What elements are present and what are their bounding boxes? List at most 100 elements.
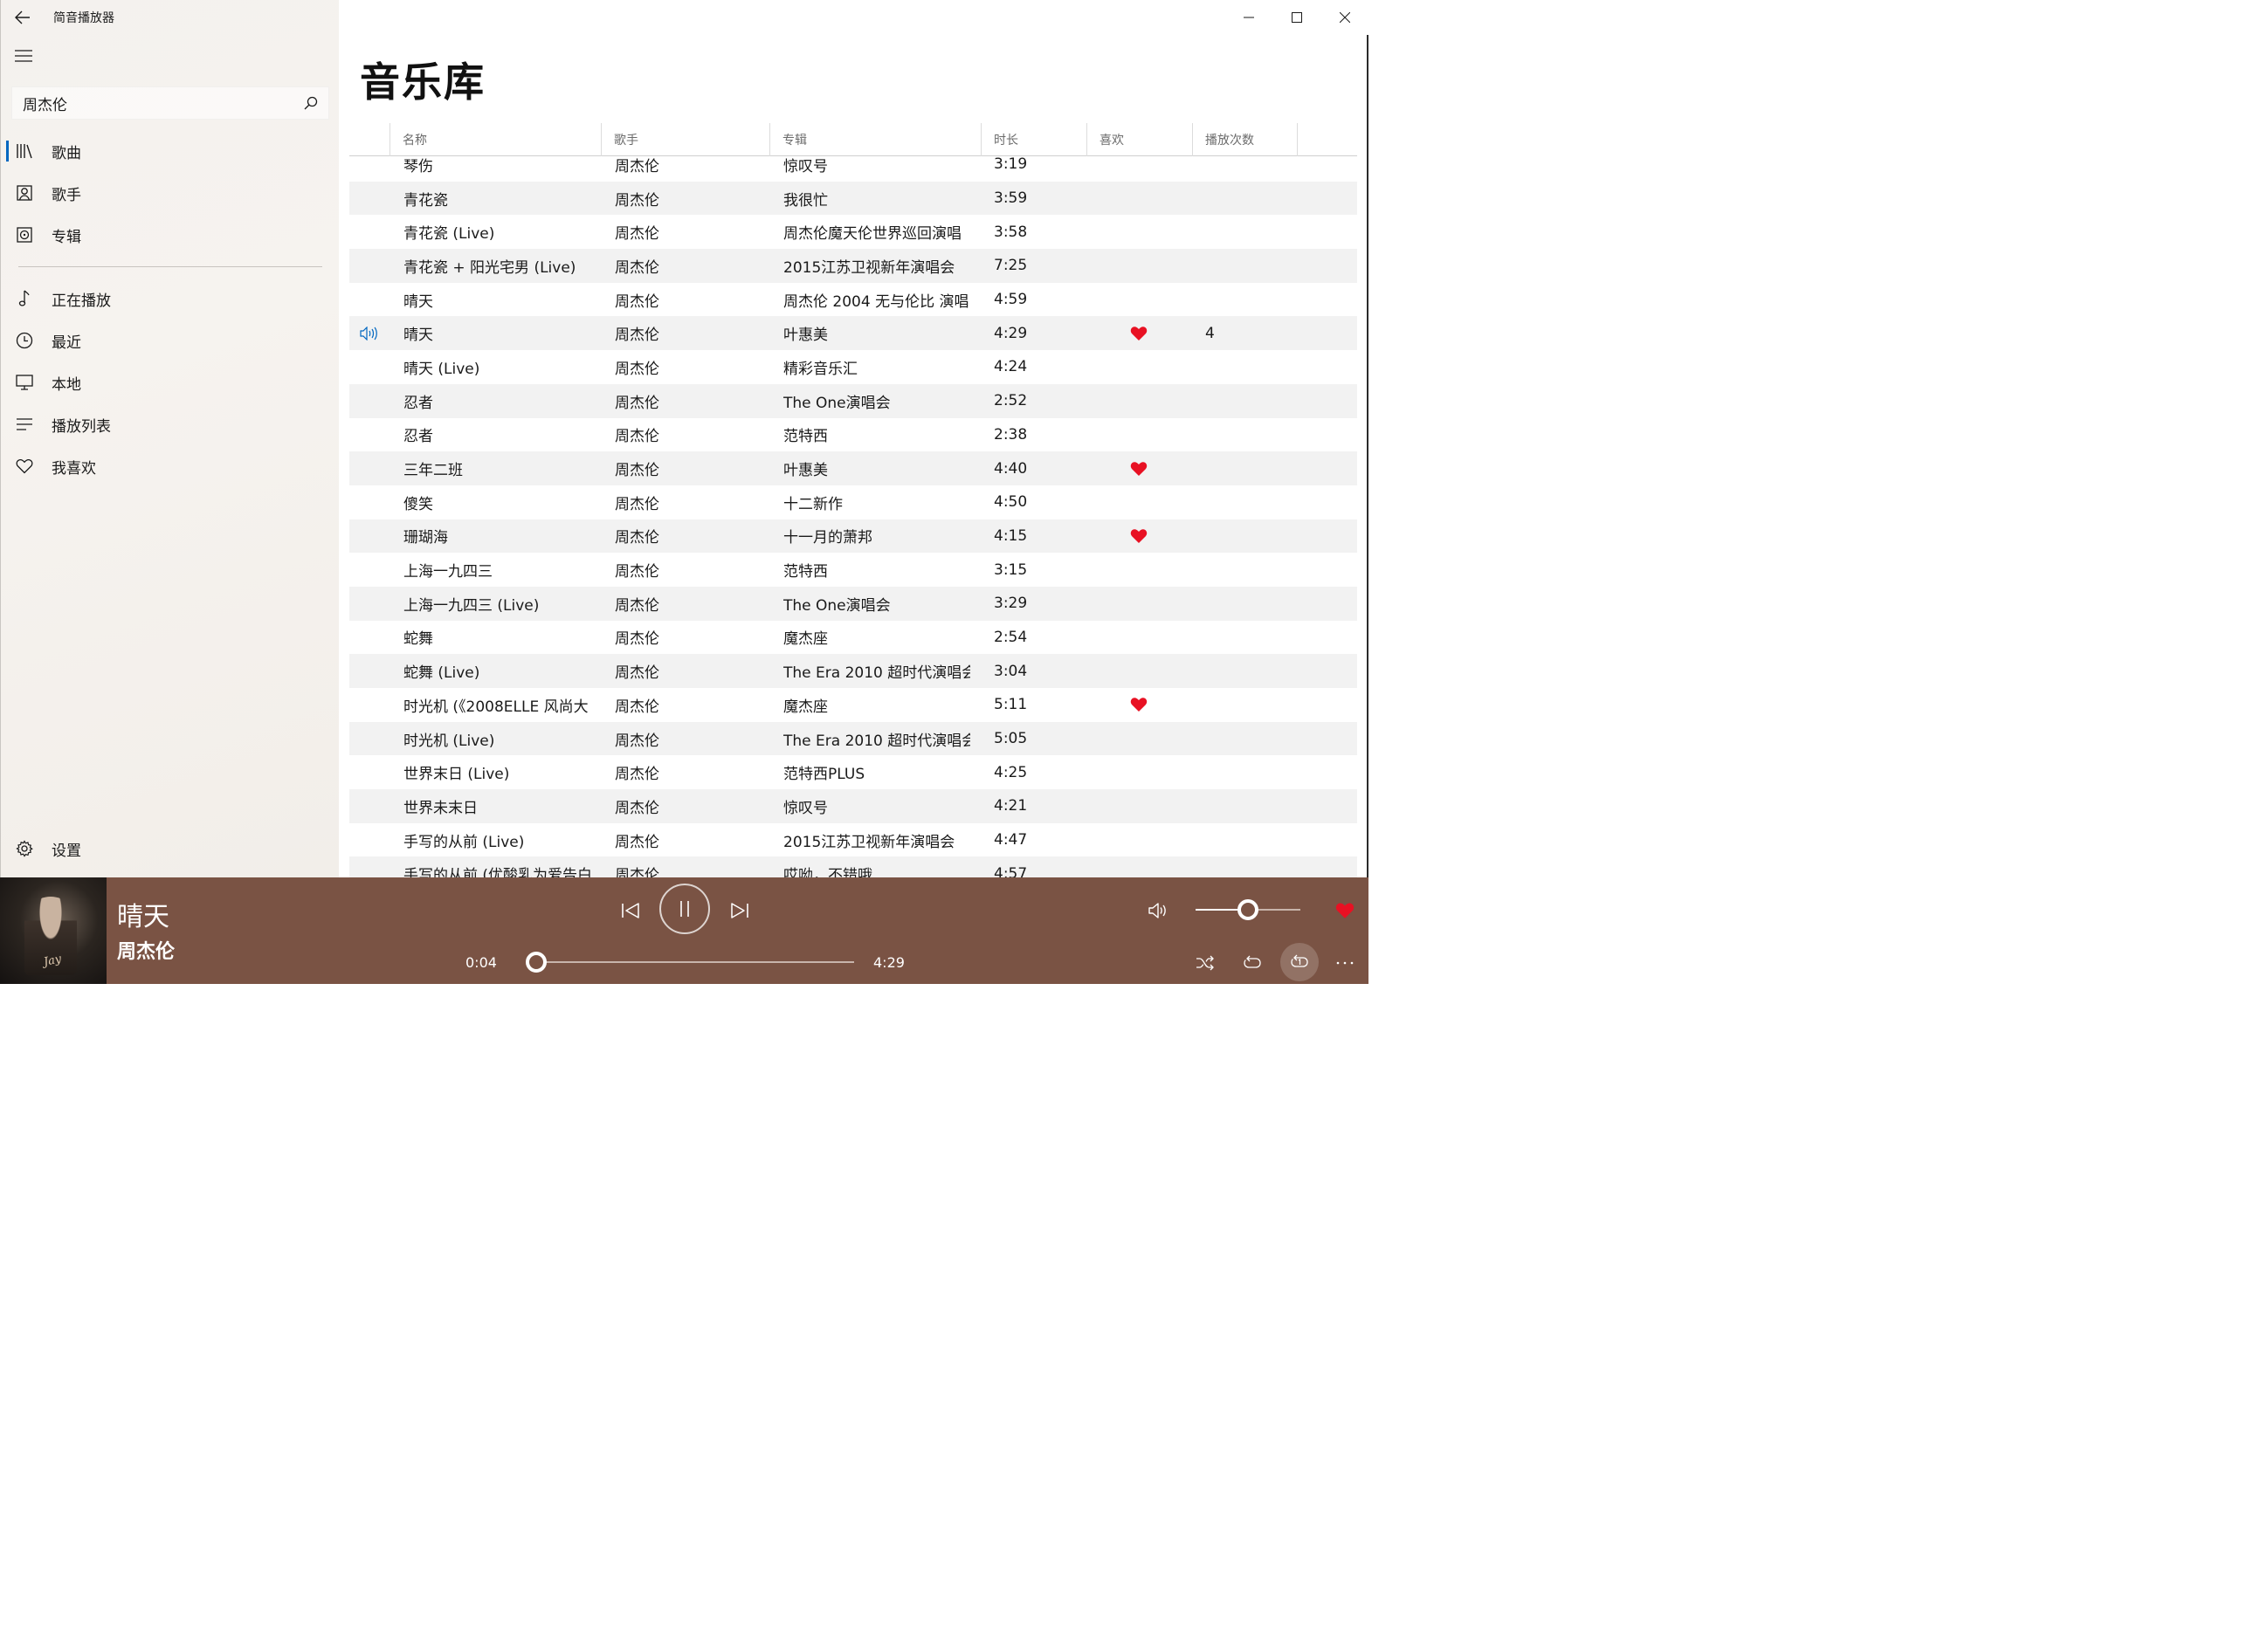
column-header-artist[interactable]: 歌手	[601, 123, 769, 156]
like-toggle[interactable]	[1130, 283, 1156, 317]
close-button[interactable]	[1320, 0, 1368, 35]
song-row[interactable]: 青花瓷 周杰伦 我很忙 3:59	[349, 181, 1357, 216]
song-row[interactable]: 晴天 周杰伦 叶惠美 4:29 4	[349, 316, 1357, 351]
like-toggle[interactable]	[1130, 316, 1156, 350]
next-button[interactable]	[722, 893, 757, 928]
nav-item-albums[interactable]: 专辑	[1, 214, 340, 256]
song-row[interactable]: 傻笑 周杰伦 十二新作 4:50	[349, 485, 1357, 519]
like-toggle[interactable]	[1130, 755, 1156, 789]
song-album: 我很忙	[783, 191, 828, 210]
song-row[interactable]: 蛇舞 周杰伦 魔杰座 2:54	[349, 621, 1357, 655]
repeat-button[interactable]	[1237, 947, 1268, 979]
shuffle-button[interactable]	[1189, 947, 1221, 979]
song-row[interactable]: 晴天 (Live) 周杰伦 精彩音乐汇 4:24	[349, 350, 1357, 384]
song-row[interactable]: 手写的从前 (Live) 周杰伦 2015江苏卫视新年演唱会 4:47	[349, 823, 1357, 857]
now-playing-indicator	[360, 587, 386, 621]
song-row[interactable]: 晴天 周杰伦 周杰伦 2004 无与伦比 演唱 4:59	[349, 283, 1357, 317]
like-toggle[interactable]	[1130, 823, 1156, 857]
song-artist: 周杰伦	[615, 495, 659, 513]
volume-slider[interactable]	[1196, 899, 1300, 920]
like-toggle[interactable]	[1130, 519, 1156, 554]
like-toggle[interactable]	[1130, 384, 1156, 418]
nav-item-songs[interactable]: 歌曲	[1, 130, 340, 172]
like-toggle[interactable]	[1130, 182, 1156, 216]
like-toggle[interactable]	[1130, 249, 1156, 283]
repeat-one-button[interactable]	[1280, 943, 1319, 981]
search-input[interactable]	[12, 87, 293, 119]
song-row[interactable]: 蛇舞 (Live) 周杰伦 The Era 2010 超时代演唱会 3:04	[349, 654, 1357, 688]
pause-button[interactable]	[659, 884, 710, 934]
like-toggle[interactable]	[1130, 553, 1156, 587]
song-row[interactable]: 忍者 周杰伦 The One演唱会 2:52	[349, 383, 1357, 418]
like-toggle[interactable]	[1130, 587, 1156, 621]
heart-filled-icon	[1130, 698, 1148, 712]
song-play-count	[1205, 553, 1275, 587]
like-toggle[interactable]	[1130, 722, 1156, 756]
menu-button[interactable]	[4, 38, 43, 73]
album-icon	[1, 227, 48, 243]
song-row[interactable]: 上海一九四三 周杰伦 范特西 3:15	[349, 553, 1357, 587]
nav-item-settings[interactable]: 设置	[1, 828, 340, 870]
song-row[interactable]: 时光机 (Live) 周杰伦 The Era 2010 超时代演唱会 5:05	[349, 721, 1357, 756]
like-toggle[interactable]	[1130, 157, 1156, 182]
song-row[interactable]: 琴伤 周杰伦 惊叹号 3:19	[349, 157, 1357, 182]
player-bar: Jay 晴天 周杰伦 0:04 4:29	[0, 877, 1368, 984]
song-album: 十二新作	[783, 495, 843, 513]
like-toggle[interactable]	[1130, 215, 1156, 249]
song-name: 傻笑	[403, 495, 433, 513]
nav-item-local[interactable]: 本地	[1, 361, 340, 403]
song-name: 上海一九四三	[403, 563, 493, 581]
song-row[interactable]: 上海一九四三 (Live) 周杰伦 The One演唱会 3:29	[349, 586, 1357, 621]
column-header-album[interactable]: 专辑	[769, 123, 981, 156]
nav-item-favorites[interactable]: 我喜欢	[1, 445, 340, 487]
song-row[interactable]: 忍者 周杰伦 范特西 2:38	[349, 418, 1357, 452]
song-play-count	[1205, 384, 1275, 418]
window-border	[1367, 35, 1368, 877]
song-row[interactable]: 珊瑚海 周杰伦 十一月的萧邦 4:15	[349, 519, 1357, 554]
library-icon	[1, 143, 48, 159]
column-header-name[interactable]: 名称	[389, 123, 601, 156]
more-options-button[interactable]	[1329, 947, 1361, 979]
like-toggle[interactable]	[1130, 485, 1156, 519]
nav-item-recent[interactable]: 最近	[1, 320, 340, 361]
song-row[interactable]: 世界未末日 周杰伦 惊叹号 4:21	[349, 789, 1357, 823]
favorite-button[interactable]	[1329, 895, 1361, 926]
album-cover[interactable]: Jay	[0, 877, 107, 984]
song-row[interactable]: 青花瓷 (Live) 周杰伦 周杰伦魔天伦世界巡回演唱 3:58	[349, 215, 1357, 249]
seek-bar[interactable]	[525, 952, 854, 973]
now-playing-indicator	[360, 856, 386, 877]
song-artist: 周杰伦	[615, 360, 659, 378]
previous-button[interactable]	[613, 893, 648, 928]
minimize-button[interactable]	[1224, 0, 1272, 35]
nav-item-now-playing[interactable]: 正在播放	[1, 278, 340, 320]
like-toggle[interactable]	[1130, 654, 1156, 688]
like-toggle[interactable]	[1130, 350, 1156, 384]
nav-item-artists[interactable]: 歌手	[1, 172, 340, 214]
song-play-count	[1205, 451, 1275, 485]
song-play-count	[1205, 215, 1275, 249]
song-row[interactable]: 世界末日 (Live) 周杰伦 范特西PLUS 4:25	[349, 755, 1357, 789]
music-note-icon	[1, 290, 48, 307]
maximize-button[interactable]	[1272, 0, 1320, 35]
like-toggle[interactable]	[1130, 856, 1156, 877]
like-toggle[interactable]	[1130, 621, 1156, 655]
column-header-play-count[interactable]: 播放次数	[1192, 123, 1298, 156]
song-row[interactable]: 时光机 (《2008ELLE 风尚大 周杰伦 魔杰座 5:11	[349, 688, 1357, 722]
like-toggle[interactable]	[1130, 451, 1156, 485]
computer-icon	[1, 375, 48, 390]
nav-item-playlists[interactable]: 播放列表	[1, 403, 340, 445]
song-row[interactable]: 三年二班 周杰伦 叶惠美 4:40	[349, 451, 1357, 485]
volume-thumb[interactable]	[1237, 899, 1258, 920]
column-header-liked[interactable]: 喜欢	[1086, 123, 1192, 156]
like-toggle[interactable]	[1130, 789, 1156, 823]
song-row[interactable]: 手写的从前 (优酸乳为爱告白 周杰伦 哎呦，不错哦 4:57	[349, 856, 1357, 877]
song-row[interactable]: 青花瓷 + 阳光宅男 (Live) 周杰伦 2015江苏卫视新年演唱会 7:25	[349, 249, 1357, 283]
volume-button[interactable]	[1141, 895, 1175, 926]
song-album: 叶惠美	[783, 462, 828, 480]
like-toggle[interactable]	[1130, 418, 1156, 452]
like-toggle[interactable]	[1130, 688, 1156, 722]
search-button[interactable]	[293, 86, 328, 120]
back-button[interactable]	[1, 0, 45, 35]
seek-thumb[interactable]	[525, 952, 547, 973]
column-header-duration[interactable]: 时长	[981, 123, 1086, 156]
